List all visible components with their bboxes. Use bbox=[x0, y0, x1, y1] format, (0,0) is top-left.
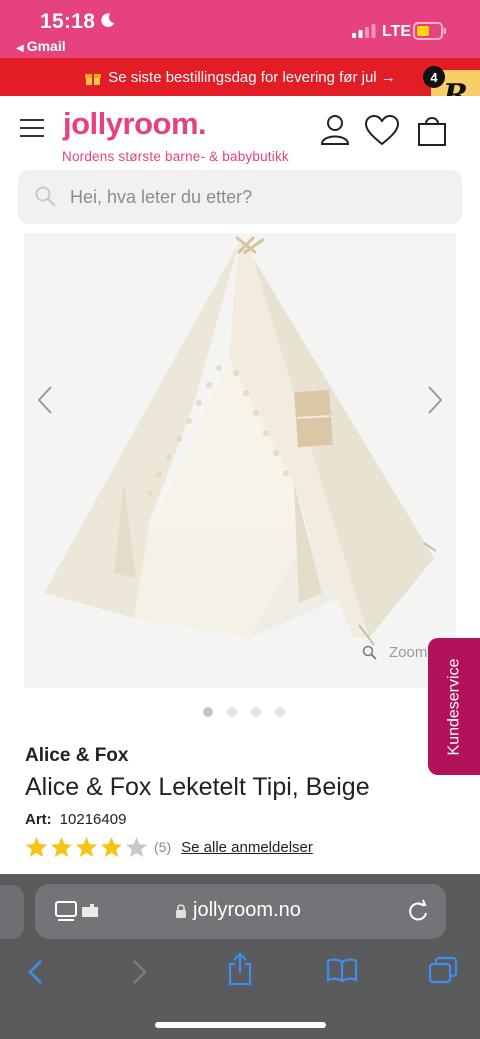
zoom-button[interactable]: Zoom bbox=[362, 644, 427, 661]
zoom-magnifier-icon bbox=[362, 645, 377, 660]
promo-banner[interactable]: Se siste bestillingsdag for levering før… bbox=[0, 58, 480, 96]
bookmarks-icon[interactable] bbox=[326, 958, 358, 982]
site-header: jollyroom. Nordens største barne- & baby… bbox=[0, 96, 480, 170]
browser-back-icon[interactable] bbox=[27, 959, 43, 985]
gallery-dot[interactable] bbox=[227, 707, 237, 717]
article-label: Art: bbox=[25, 811, 52, 828]
star-empty-icon bbox=[125, 836, 148, 858]
battery-icon bbox=[413, 22, 446, 40]
share-icon[interactable] bbox=[227, 952, 253, 986]
article-number: Art: 10216409 bbox=[25, 811, 126, 828]
status-time: 15:18 bbox=[40, 10, 96, 33]
reward-count-badge: 4 bbox=[423, 66, 445, 88]
search-icon bbox=[35, 186, 56, 207]
site-tagline: Nordens største barne- & babybutikk bbox=[62, 149, 289, 164]
product-rating: (5) Se alle anmeldelser bbox=[25, 836, 313, 858]
product-title: Alice & Fox Leketelt Tipi, Beige bbox=[25, 773, 370, 801]
menu-icon[interactable] bbox=[20, 119, 44, 137]
rating-count: (5) bbox=[154, 839, 172, 855]
star-filled-icon bbox=[75, 836, 98, 858]
moon-icon bbox=[101, 13, 115, 28]
lock-icon bbox=[176, 904, 186, 918]
browser-forward-icon[interactable] bbox=[132, 959, 148, 985]
gallery-prev-arrow-icon[interactable] bbox=[38, 386, 52, 414]
previous-tab-stub[interactable] bbox=[0, 885, 24, 939]
wishlist-heart-icon[interactable] bbox=[364, 114, 400, 146]
address-bar[interactable]: jollyroom.no bbox=[35, 884, 446, 939]
signal-icon bbox=[352, 24, 376, 38]
browser-toolbar: jollyroom.no bbox=[0, 874, 480, 1039]
gallery-next-arrow-icon[interactable] bbox=[428, 386, 442, 414]
star-filled-icon bbox=[50, 836, 73, 858]
url-text: jollyroom.no bbox=[193, 899, 301, 921]
tabs-overview-icon[interactable] bbox=[428, 956, 458, 984]
gallery-dot[interactable] bbox=[275, 707, 285, 717]
back-triangle-icon: ◀ bbox=[16, 43, 24, 54]
home-indicator bbox=[155, 1022, 326, 1028]
gift-icon bbox=[85, 70, 102, 85]
customer-service-label: Kundeservice bbox=[445, 658, 463, 755]
site-logo[interactable]: jollyroom. bbox=[63, 106, 207, 142]
star-filled-icon bbox=[100, 836, 123, 858]
rating-stars bbox=[25, 836, 150, 858]
see-all-reviews-link[interactable]: Se alle anmeldelser bbox=[181, 839, 313, 856]
search-bar[interactable] bbox=[18, 170, 462, 224]
reload-icon[interactable] bbox=[407, 899, 429, 923]
status-bar: 15:18 ◀ Gmail LTE bbox=[0, 0, 480, 58]
article-value: 10216409 bbox=[59, 811, 127, 828]
reader-extension-icon[interactable] bbox=[54, 900, 102, 924]
gallery-dot[interactable] bbox=[251, 707, 261, 717]
search-input[interactable] bbox=[70, 170, 450, 224]
customer-service-tab[interactable]: Kundeservice bbox=[428, 638, 480, 775]
shopping-bag-icon[interactable] bbox=[417, 112, 447, 146]
gallery-dot[interactable] bbox=[203, 707, 213, 717]
star-filled-icon bbox=[25, 836, 48, 858]
product-image-gallery[interactable] bbox=[24, 233, 456, 688]
zoom-label: Zoom bbox=[389, 644, 428, 661]
product-image-tent bbox=[24, 233, 456, 688]
back-to-app-link[interactable]: ◀ Gmail bbox=[16, 38, 66, 54]
promo-text: Se siste bestillingsdag for levering før… bbox=[108, 68, 396, 86]
gallery-pagination bbox=[203, 707, 285, 717]
network-label: LTE bbox=[382, 23, 412, 40]
user-account-icon[interactable] bbox=[319, 113, 351, 145]
product-brand[interactable]: Alice & Fox bbox=[25, 745, 128, 767]
back-app-label: Gmail bbox=[26, 38, 66, 54]
